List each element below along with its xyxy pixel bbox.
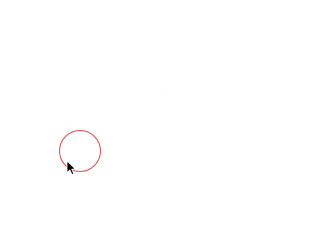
blank-canvas[interactable] [0,0,300,209]
mouse-pointer-icon [66,160,76,175]
faint-speck [162,92,164,93]
